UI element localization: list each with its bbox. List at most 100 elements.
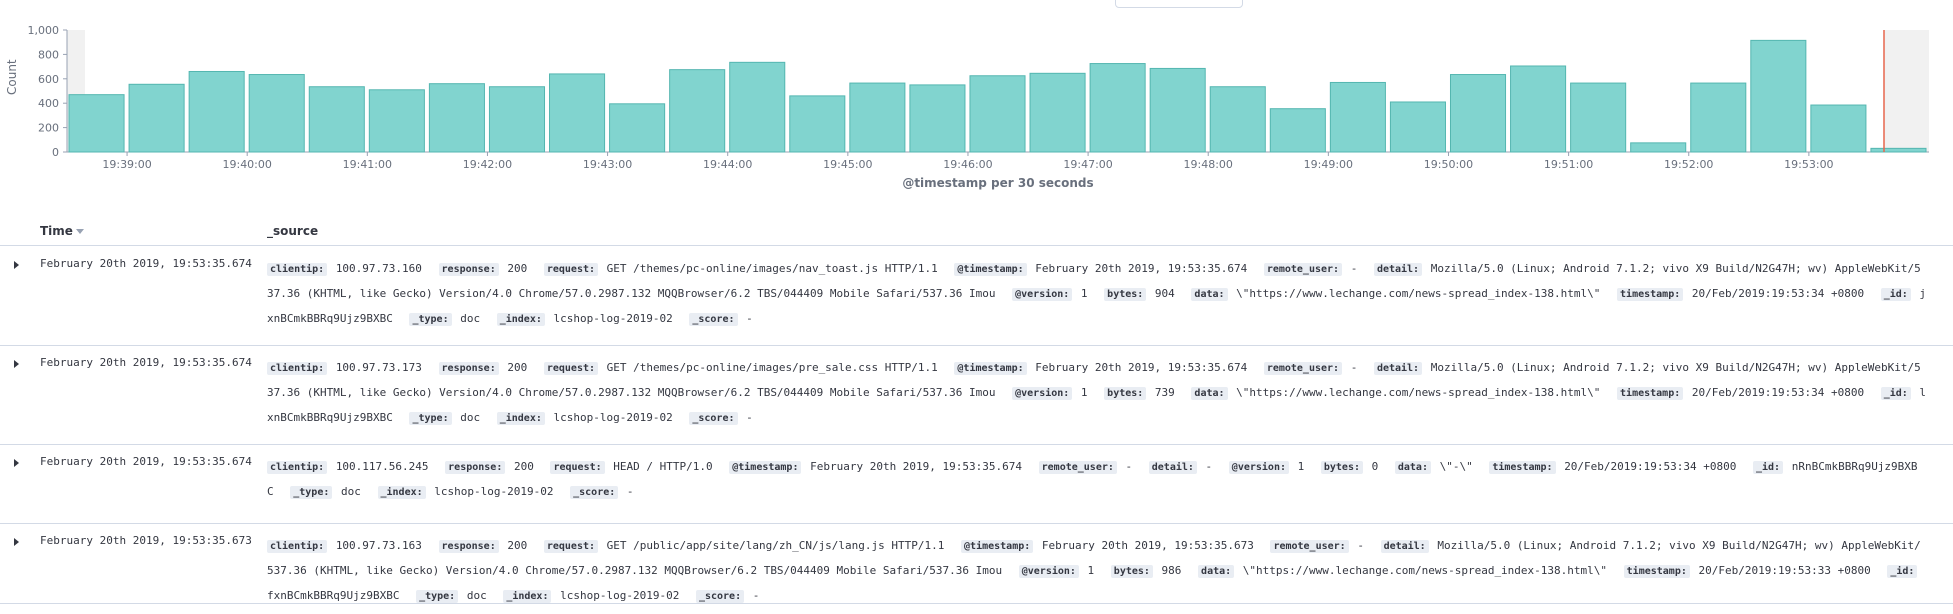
field-value: lcshop-log-2019-02	[434, 485, 554, 498]
field-value: fxnBCmkBBRq9Ujz9BXBC	[267, 589, 400, 602]
table-row: February 20th 2019, 19:53:35.673 clientip…	[0, 524, 1953, 604]
field-value: \"https://www.lechange.com/news-spread_i…	[1242, 564, 1608, 577]
histogram-bar	[849, 82, 906, 153]
field-key: remote_user:	[1263, 362, 1343, 375]
histogram-bar	[729, 61, 786, 153]
field-value: 200	[507, 262, 528, 275]
x-tick-label: 19:48:00	[1184, 158, 1233, 171]
field-value: doc	[466, 589, 487, 602]
y-tick-label: 400	[38, 97, 59, 110]
field-key: request:	[543, 362, 599, 375]
x-tick-label: 19:44:00	[703, 158, 752, 171]
field-key: _index:	[377, 486, 426, 499]
y-tick-label: 0	[52, 146, 59, 159]
expand-row-icon[interactable]	[14, 261, 19, 269]
field-key: _type:	[416, 590, 459, 603]
field-key: data:	[1191, 288, 1228, 301]
table-row: February 20th 2019, 19:53:35.674 clientip…	[0, 247, 1953, 346]
field-key: @version:	[1228, 461, 1289, 474]
x-tick-label: 19:53:00	[1784, 158, 1833, 171]
histogram-bar	[909, 84, 966, 153]
field-value: -	[746, 411, 753, 424]
field-value: -	[1350, 262, 1358, 275]
field-key: _score:	[689, 313, 738, 326]
field-key: @timestamp:	[729, 461, 802, 474]
field-key: _score:	[570, 486, 619, 499]
field-value: 986	[1161, 564, 1182, 577]
field-key: _type:	[409, 412, 452, 425]
field-value: lcshop-log-2019-02	[553, 312, 673, 325]
field-key: _index:	[496, 313, 545, 326]
field-value: HEAD / HTTP/1.0	[613, 460, 713, 473]
y-tick-label: 800	[38, 48, 59, 61]
histogram-bar	[1630, 142, 1687, 153]
document-table: February 20th 2019, 19:53:35.674 clientip…	[0, 247, 1953, 604]
histogram-bar	[308, 86, 365, 153]
sort-desc-icon[interactable]	[75, 229, 84, 234]
histogram-bar	[1870, 147, 1927, 153]
field-key: timestamp:	[1489, 461, 1556, 474]
field-key: request:	[543, 540, 599, 553]
field-value: 20/Feb/2019:19:53:34 +0800	[1564, 460, 1737, 473]
field-key: clientip:	[267, 461, 328, 474]
time-column-label: Time	[40, 224, 73, 238]
histogram-bar	[68, 94, 125, 153]
x-tick-label: 19:42:00	[463, 158, 512, 171]
histogram-bar	[368, 89, 425, 153]
field-value: February 20th 2019, 19:53:35.674	[1035, 361, 1248, 374]
histogram-bar	[1810, 104, 1867, 153]
field-key: response:	[445, 461, 506, 474]
x-tick-label: 19:49:00	[1304, 158, 1353, 171]
field-key: bytes:	[1320, 461, 1363, 474]
chart-bounds-shade-end	[1884, 30, 1929, 152]
histogram-bar	[969, 75, 1026, 153]
field-key: detail:	[1148, 461, 1197, 474]
source-column-header: _source	[267, 224, 319, 238]
histogram-bar	[428, 83, 485, 153]
field-value: lcshop-log-2019-02	[553, 411, 673, 424]
histogram-bar	[609, 103, 666, 153]
field-value: -	[1350, 361, 1358, 374]
histogram-bar	[1209, 86, 1266, 153]
table-row: February 20th 2019, 19:53:35.674 clientip…	[0, 445, 1953, 524]
field-key: _id:	[1753, 461, 1784, 474]
field-key: _score:	[689, 412, 738, 425]
field-key: detail:	[1380, 540, 1429, 553]
expand-row-icon[interactable]	[14, 538, 19, 546]
expand-row-icon[interactable]	[14, 459, 19, 467]
x-axis-label: @timestamp per 30 seconds	[902, 176, 1093, 190]
field-value: \"-\"	[1439, 460, 1473, 473]
field-key: bytes:	[1104, 387, 1147, 400]
field-value: 1	[1297, 460, 1305, 473]
field-value: doc	[460, 312, 481, 325]
field-key: _type:	[409, 313, 452, 326]
field-value: \"https://www.lechange.com/news-spread_i…	[1236, 287, 1601, 300]
field-value: 100.97.73.173	[335, 361, 422, 374]
field-value: doc	[460, 411, 481, 424]
field-value: 0	[1371, 460, 1379, 473]
histogram-bar	[1149, 67, 1206, 153]
field-value: -	[626, 485, 634, 498]
histogram-bar	[789, 95, 846, 153]
field-key: remote_user:	[1270, 540, 1349, 553]
histogram-bar	[1089, 63, 1146, 153]
x-tick-label: 19:43:00	[583, 158, 632, 171]
expand-row-icon[interactable]	[14, 360, 19, 368]
x-tick-label: 19:47:00	[1063, 158, 1112, 171]
time-column-header[interactable]: Time	[40, 224, 84, 238]
field-key: request:	[543, 263, 599, 276]
x-tick-label: 19:45:00	[823, 158, 872, 171]
field-value: 100.97.73.160	[335, 262, 422, 275]
field-key: clientip:	[267, 362, 328, 375]
histogram-bar	[1329, 81, 1386, 153]
field-key: detail:	[1373, 362, 1423, 375]
field-value: \"https://www.lechange.com/news-spread_i…	[1236, 386, 1601, 399]
x-tick-label: 19:39:00	[102, 158, 151, 171]
field-key: _type:	[290, 486, 333, 499]
field-value: -	[752, 589, 760, 602]
field-value: 100.97.73.163	[335, 539, 422, 552]
row-source: clientip: 100.97.73.173 response: 200 re…	[267, 356, 1927, 431]
field-key: remote_user:	[1263, 263, 1343, 276]
histogram-bar	[1269, 108, 1326, 153]
histogram-bar	[248, 74, 305, 153]
